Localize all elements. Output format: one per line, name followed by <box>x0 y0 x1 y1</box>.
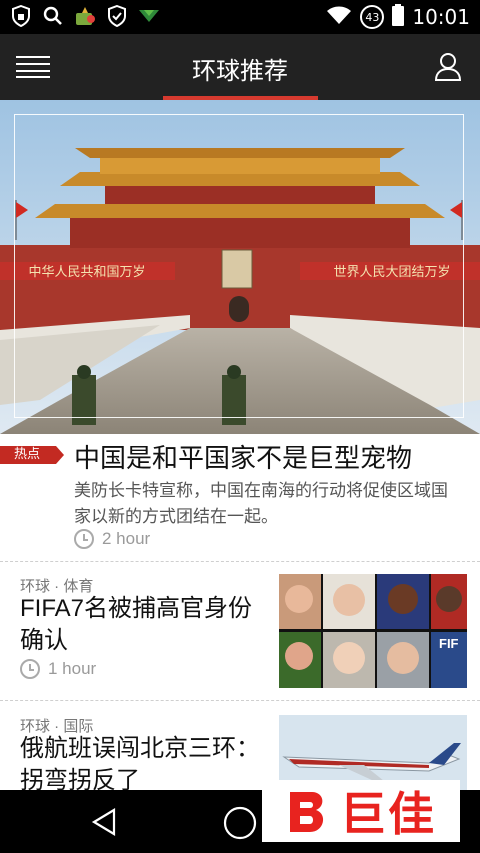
clock-icon <box>74 529 94 549</box>
divider <box>0 700 480 701</box>
thumb-text: FIF <box>439 636 459 651</box>
security-shield-icon <box>106 5 128 27</box>
divider <box>0 561 480 562</box>
home-icon[interactable] <box>222 805 258 845</box>
featured-time-label: 2 hour <box>102 529 151 548</box>
vpn-shield-icon <box>10 5 32 27</box>
back-icon[interactable] <box>88 806 120 842</box>
user-profile-icon[interactable] <box>434 52 462 82</box>
item-time: 1 hour <box>20 659 96 679</box>
clock-icon <box>20 659 40 679</box>
app-bar: 环球推荐 <box>0 34 480 100</box>
app-update-icon <box>74 5 96 27</box>
status-time: 10:01 <box>412 5 470 29</box>
item-headline[interactable]: FIFA7名被捕高官身份确认 <box>20 593 260 657</box>
item-thumbnail[interactable]: FIF <box>279 574 467 688</box>
watermark-logo: 巨佳 <box>262 780 460 842</box>
page-title: 环球推荐 <box>192 58 288 85</box>
featured-hero-image[interactable]: 中华人民共和国万岁 世界人民大团结万岁 <box>0 100 480 434</box>
watermark-text: 巨佳 <box>340 788 436 840</box>
item-time-label: 1 hour <box>48 659 97 678</box>
wifi-icon <box>326 5 352 29</box>
featured-summary: 美防长卡特宣称，中国在南海的行动将促使区域国家以新的方式团结在一起。 <box>74 481 448 526</box>
battery-icon <box>392 4 405 30</box>
download-arrow-icon <box>138 5 160 27</box>
item-headline[interactable]: 俄航班误闯北京三环：拐弯拐反了 <box>20 733 260 797</box>
notification-count-badge: 43 <box>360 5 385 29</box>
hero-frame <box>14 114 464 418</box>
featured-headline[interactable]: 中国是和平国家不是巨型宠物 <box>74 438 412 475</box>
hot-tag: 热点 <box>0 446 64 464</box>
status-bar: 43 10:01 <box>0 0 480 34</box>
search-icon <box>42 5 64 27</box>
featured-time: 2 hour <box>74 529 150 549</box>
